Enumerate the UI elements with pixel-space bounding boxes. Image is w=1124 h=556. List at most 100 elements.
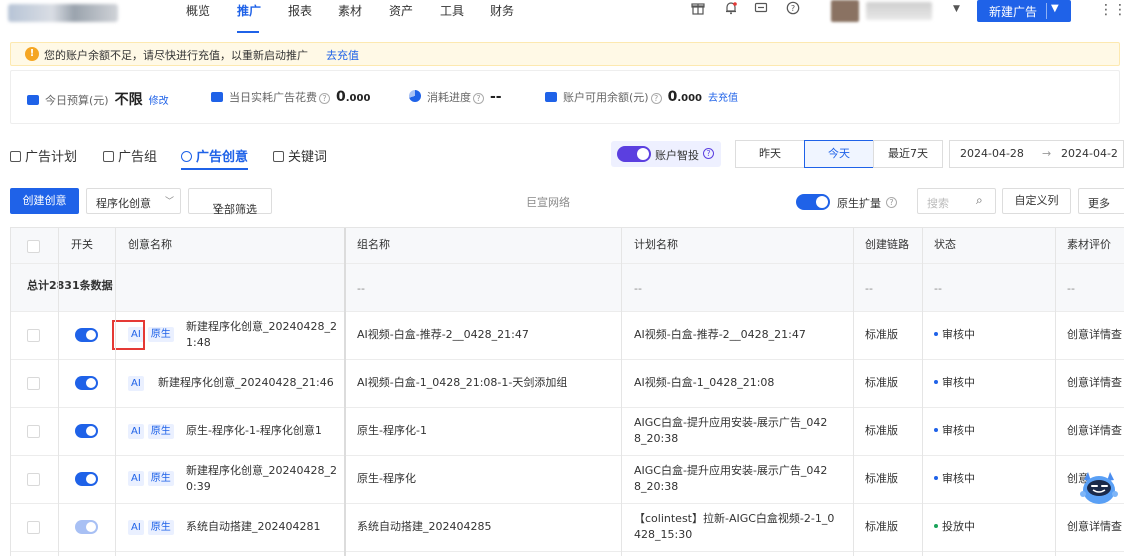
summary-row: 总计2831条数据 -- -- -- -- -- — [11, 264, 1124, 312]
tab-active-indicator — [181, 168, 248, 170]
group-name[interactable]: 系统自动搭建_202404285 — [357, 519, 492, 535]
account-name[interactable] — [866, 2, 932, 20]
help-icon[interactable]: ? — [886, 197, 897, 208]
row-checkbox[interactable] — [27, 473, 40, 486]
creative-name[interactable]: 系统自动搭建_202404281 — [186, 519, 348, 535]
message-icon[interactable] — [753, 1, 769, 17]
all-filters-button[interactable]: ▽ 全部筛选 — [188, 188, 272, 216]
nav-assets[interactable]: 资产 — [389, 2, 413, 19]
svg-text:?: ? — [791, 4, 795, 13]
day-last7-button[interactable]: 最近7天 — [873, 140, 943, 168]
tab-creative[interactable]: 广告创意 — [181, 146, 248, 165]
creative-name[interactable]: 原生-程序化-1-程序化创意1 — [186, 423, 348, 439]
nav-active-indicator — [237, 31, 259, 33]
smart-bid-switch[interactable]: 账户智投 ? — [611, 141, 721, 167]
code-icon — [273, 151, 284, 162]
account-dropdown-icon[interactable]: ▼ — [953, 4, 960, 14]
custom-columns-button[interactable]: 自定义列 — [1002, 188, 1071, 214]
creative-name[interactable]: 新建程序化创意_20240428_2 1:48 — [186, 319, 348, 351]
help-icon[interactable]: ? — [319, 93, 330, 104]
row-switch-toggle[interactable] — [75, 472, 98, 486]
table-row[interactable]: AI 原生 新建程序化创意_20240428_2 0:39 原生-程序化 AIGC白盒-提… — [11, 456, 1124, 504]
edit-budget-link[interactable]: 修改 — [149, 96, 169, 107]
avatar[interactable] — [831, 0, 859, 22]
creative-detail-link[interactable]: 创意详情查 — [1067, 375, 1122, 391]
highlight-box — [112, 320, 145, 350]
creation-chain: 标准版 — [865, 328, 898, 341]
brand-logo[interactable] — [8, 4, 118, 22]
group-name[interactable]: 原生-程序化-1 — [357, 423, 427, 439]
search-input[interactable]: 搜索 ⌕ — [917, 188, 996, 214]
row-checkbox[interactable] — [27, 521, 40, 534]
plan-name[interactable]: AI视频-白盒-1_0428_21:08 — [634, 375, 774, 391]
day-yesterday-button[interactable]: 昨天 — [735, 140, 805, 168]
date-range-picker[interactable]: 2024-04-28 → 2024-04-2 — [949, 140, 1124, 168]
row-switch-toggle[interactable] — [75, 376, 98, 390]
row-switch-toggle[interactable] — [75, 520, 98, 534]
table-row[interactable]: AI 新建程序化创意_20240428_21:46 AI视频-白盒-1_0428_2… — [11, 360, 1124, 408]
nav-reports[interactable]: 报表 — [288, 2, 312, 19]
plan-name[interactable]: AIGC白盒-提升应用安装-展示广告_042 8_20:38 — [634, 415, 827, 447]
chevron-down-icon: ﹀ — [165, 197, 175, 207]
help-icon[interactable]: ? — [785, 1, 801, 17]
clipboard-icon — [103, 151, 114, 162]
tab-campaign[interactable]: 广告计划 — [10, 146, 77, 165]
group-name[interactable]: AI视频-白盒-推荐-2__0428_21:47 — [357, 327, 529, 343]
creative-detail-link[interactable]: 创意详情查 — [1067, 519, 1122, 535]
nav-materials[interactable]: 素材 — [338, 2, 362, 19]
ai-tag: AI — [128, 471, 144, 486]
native-tag: 原生 — [147, 520, 174, 535]
balance-recharge-link[interactable]: 去充值 — [708, 93, 738, 104]
creation-chain: 标准版 — [865, 472, 898, 485]
assistant-robot-icon[interactable] — [1078, 466, 1120, 508]
table-row[interactable]: AI 原生 新建程序化创意_20240428_2 1:48 AI视频-白盒-推荐-2__… — [11, 312, 1124, 360]
plan-name[interactable]: 【colintest】拉新-AIGC白盒视频-2-1_0 428_15:30 — [634, 511, 834, 543]
row-checkbox[interactable] — [27, 377, 40, 390]
creative-name[interactable]: 新建程序化创意_20240428_2 0:39 — [186, 463, 348, 495]
creative-detail-link[interactable]: 创意详情查 — [1067, 423, 1122, 439]
bulb-icon — [181, 151, 192, 162]
tab-ad-group[interactable]: 广告组 — [103, 146, 157, 165]
creative-name[interactable]: 新建程序化创意_20240428_21:46 — [158, 375, 348, 391]
calendar-icon — [10, 151, 21, 162]
help-icon[interactable]: ? — [473, 93, 484, 104]
nav-promotion[interactable]: 推广 — [237, 2, 261, 19]
search-icon[interactable]: ⌕ — [976, 193, 983, 208]
plan-name[interactable]: AI视频-白盒-推荐-2__0428_21:47 — [634, 327, 806, 343]
recharge-link[interactable]: 去充值 — [326, 47, 359, 63]
plan-name[interactable]: AIGC白盒-提升应用安装-展示广告_042 8_20:38 — [634, 463, 827, 495]
gift-icon[interactable] — [690, 1, 706, 17]
group-name[interactable]: AI视频-白盒-1_0428_21:08-1-天剑添加组 — [357, 375, 567, 391]
help-icon[interactable]: ? — [703, 148, 714, 159]
bell-icon[interactable] — [723, 1, 739, 17]
row-checkbox[interactable] — [27, 425, 40, 438]
status-badge: 投放中 — [934, 519, 975, 535]
more-button[interactable]: 更多 — [1078, 188, 1124, 214]
row-switch-toggle[interactable] — [75, 424, 98, 438]
apps-grid-icon[interactable]: ⋮⋮ — [1099, 2, 1124, 18]
new-ad-button[interactable]: 新建广告 ▼ — [977, 0, 1071, 22]
nav-finance[interactable]: 财务 — [490, 2, 514, 19]
table-header: 开关 创意名称 组名称 计划名称 创建链路 状态 素材评价 — [11, 228, 1124, 264]
nav-overview[interactable]: 概览 — [186, 2, 210, 19]
new-ad-dropdown-icon[interactable]: ▼ — [1051, 3, 1059, 14]
select-all-checkbox[interactable] — [27, 240, 40, 253]
wallet-icon — [27, 95, 39, 105]
row-checkbox[interactable] — [27, 329, 40, 342]
table-row[interactable]: AI 原生 系统自动搭建_202404281 系统自动搭建_202404285 【col… — [11, 504, 1124, 552]
pie-chart-icon — [409, 90, 421, 102]
native-expand-toggle[interactable] — [796, 194, 830, 210]
row-switch-toggle[interactable] — [75, 328, 98, 342]
table-row[interactable]: AI 原生 原生-程序化-1-程序化创意1 原生-程序化-1 AIGC白盒-提升应用安装… — [11, 408, 1124, 456]
create-creative-button[interactable]: 创建创意 — [10, 188, 79, 214]
date-arrow-icon: → — [1042, 147, 1052, 160]
native-tag: 原生 — [147, 424, 174, 439]
tab-keywords[interactable]: 关键词 — [273, 146, 327, 165]
nav-tools[interactable]: 工具 — [440, 2, 464, 19]
help-icon[interactable]: ? — [650, 93, 662, 104]
creative-detail-link[interactable]: 创意详情查 — [1067, 327, 1122, 343]
day-today-button[interactable]: 今天 — [804, 140, 874, 168]
smart-bid-toggle[interactable] — [617, 146, 651, 162]
creative-type-select[interactable]: 程序化创意 ﹀ — [86, 188, 181, 214]
group-name[interactable]: 原生-程序化 — [357, 471, 416, 487]
